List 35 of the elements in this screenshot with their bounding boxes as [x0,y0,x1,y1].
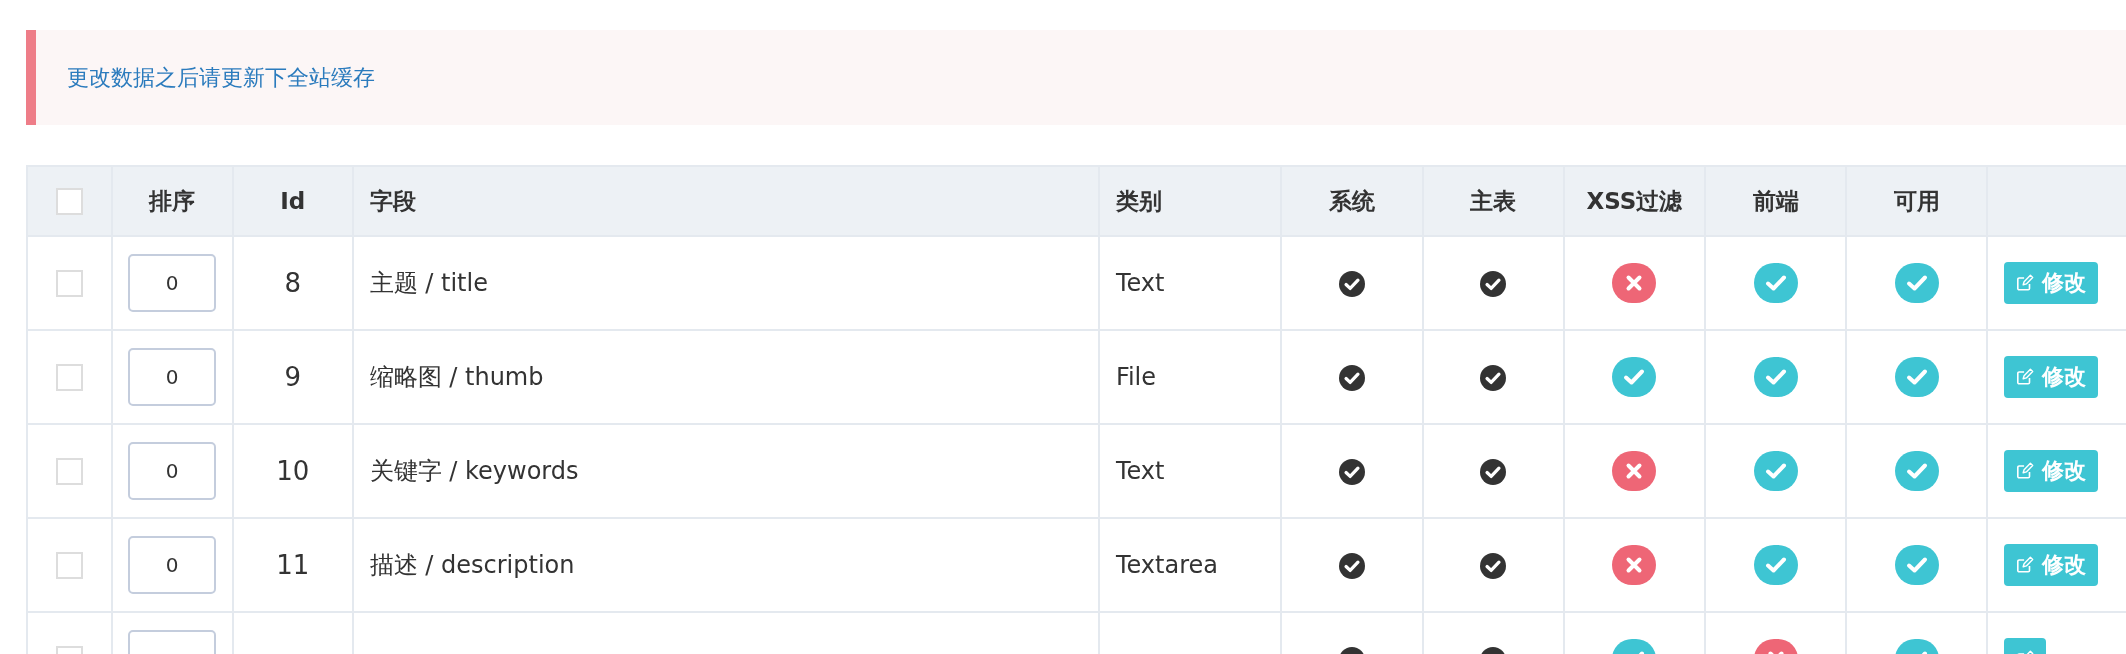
row-checkbox[interactable] [55,364,83,392]
row-checkbox[interactable] [55,270,83,298]
field-name: 关键字 / keywords [369,457,579,485]
edit-icon [2016,556,2035,574]
column-header: XSS过滤 [1586,187,1683,214]
field-type: Text [1115,457,1165,485]
id-text: 8 [284,268,301,298]
alert-text: 更改数据之后请更新下全站缓存 [67,63,375,92]
column-header: 字段 [369,187,416,214]
select-all-checkbox[interactable] [55,188,83,215]
column-header: 可用 [1893,187,1940,214]
field-type: Textarea [1115,551,1218,579]
field-name: 缩略图 / thumb [369,363,544,391]
order-input[interactable]: 0 [128,254,217,312]
field-type: Text [1115,269,1165,297]
order-input[interactable]: 0 [128,442,217,500]
column-header: 排序 [149,187,196,214]
order-input[interactable]: 0 [128,348,217,406]
id-text: 10 [276,456,310,486]
field-name: 描述 / description [369,551,575,579]
column-header: 前端 [1752,187,1799,214]
edit-icon [2016,274,2035,292]
field-type: File [1115,363,1157,391]
row-checkbox[interactable] [55,552,83,580]
edit-icon [2016,462,2035,480]
edit-icon [2016,368,2035,386]
column-header: 系统 [1329,187,1375,214]
field-name: 主题 / title [369,269,488,297]
order-input[interactable]: 0 [128,536,217,594]
row-checkbox[interactable] [55,458,83,486]
column-header: 主表 [1470,187,1517,214]
id-text: 9 [284,362,301,392]
id-text: 11 [276,550,310,580]
column-header: Id [280,188,306,214]
column-header: 类别 [1115,187,1162,214]
